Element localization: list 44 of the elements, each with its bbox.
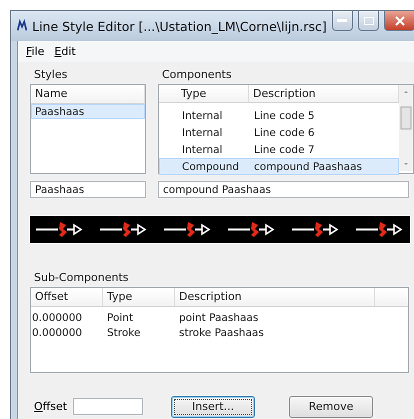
table-row[interactable]: Internal Line code 5 — [159, 107, 399, 124]
table-cell-text: point Paashaas — [178, 312, 260, 324]
column-header[interactable]: Type — [103, 288, 175, 306]
table-cell-text: compound Paashaas — [253, 160, 364, 172]
table-row[interactable]: Internal Line code 6 — [159, 124, 399, 141]
table-cell-text: Internal — [181, 126, 224, 138]
remove-button[interactable]: Remove — [289, 396, 374, 418]
table-cell-text: Internal — [181, 110, 224, 122]
menu-item[interactable]: Edit — [54, 45, 76, 58]
column-header[interactable]: Description — [175, 288, 375, 306]
menu-item[interactable]: File — [26, 45, 44, 58]
table-row[interactable]: Compound compound Paashaas — [159, 158, 399, 175]
group-label: Styles — [33, 68, 68, 83]
table-cell-text: 0.000000 — [31, 312, 84, 324]
table-cell-text: Internal — [181, 144, 224, 156]
table-cell-text: Line code 7 — [253, 144, 316, 156]
maximize-button[interactable] — [358, 11, 380, 31]
table-cell-text: Line code 5 — [253, 110, 316, 122]
close-button[interactable] — [384, 11, 414, 31]
table-row[interactable]: Internal Line code 7 — [159, 141, 399, 158]
window-title: Line Style Editor [...\Ustation_LM\Corne\lijn.rsc] — [32, 18, 327, 34]
column-header[interactable]: Name — [31, 85, 145, 103]
table-cell-text: Point — [106, 312, 134, 324]
name-field[interactable]: Paashaas — [30, 181, 146, 198]
insert-button[interactable]: Insert... — [171, 396, 256, 418]
maximize-icon — [364, 16, 374, 24]
group-label: Sub-Components — [33, 271, 130, 286]
column-header[interactable]: Offset — [31, 288, 103, 306]
table-cell-text: Compound — [181, 160, 240, 172]
group-label: Components — [161, 68, 233, 83]
list-item[interactable]: Paashaas — [31, 104, 145, 119]
description-field[interactable]: compound Paashaas — [158, 181, 409, 198]
table-cell-text: Stroke — [106, 326, 142, 338]
offset-field[interactable] — [73, 398, 144, 415]
minimize-button[interactable] — [332, 11, 354, 31]
scrollbar[interactable] — [399, 85, 413, 171]
table-cell-text: Line code 6 — [253, 126, 316, 138]
minimize-icon — [337, 19, 348, 22]
offset-label: Offset — [34, 400, 68, 413]
column-header[interactable]: Type — [177, 85, 249, 102]
app-logo-icon — [17, 19, 28, 33]
table-cell-text: stroke Paashaas — [178, 326, 265, 338]
table-cell-text: 0.000000 — [31, 326, 84, 338]
close-icon — [394, 16, 405, 26]
